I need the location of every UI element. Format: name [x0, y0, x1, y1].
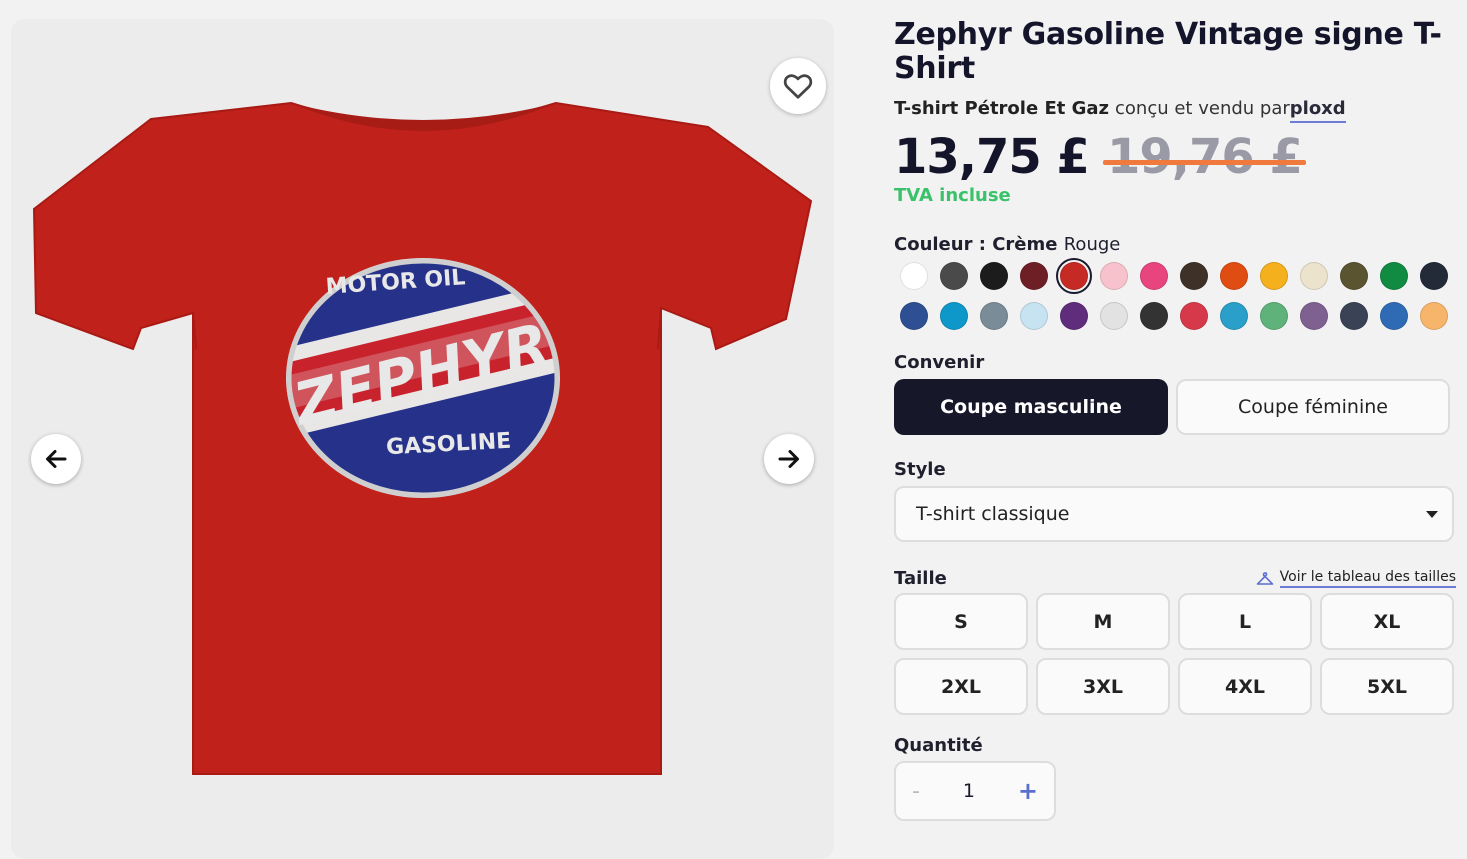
colour-swatch[interactable]: [1180, 302, 1208, 330]
style-select[interactable]: T-shirt classique: [894, 486, 1454, 542]
colour-swatch[interactable]: [1260, 262, 1288, 290]
quantity-stepper: - 1 +: [894, 761, 1056, 821]
arrow-right-icon: [778, 450, 799, 468]
fit-option-men[interactable]: Coupe masculine: [894, 379, 1168, 435]
quantity-label: Quantité: [894, 735, 983, 756]
colour-swatch[interactable]: [1300, 302, 1328, 330]
fit-options: Coupe masculine Coupe féminine: [894, 379, 1456, 435]
size-option-3xl[interactable]: 3XL: [1036, 658, 1170, 715]
size-options: S M L XL 2XL 3XL 4XL 5XL: [894, 593, 1456, 715]
price-row: 13,75 £ 19,76 £: [894, 129, 1456, 185]
size-option-l[interactable]: L: [1178, 593, 1312, 650]
colour-swatch[interactable]: [900, 262, 928, 290]
colour-swatch[interactable]: [1056, 258, 1092, 294]
size-option-s[interactable]: S: [894, 593, 1028, 650]
colour-swatch[interactable]: [940, 262, 968, 290]
colour-swatch[interactable]: [1020, 262, 1048, 290]
colour-swatch[interactable]: [1220, 262, 1248, 290]
colour-swatch[interactable]: [900, 302, 928, 330]
colour-swatch[interactable]: [940, 302, 968, 330]
colour-swatch[interactable]: [1380, 262, 1408, 290]
product-category-link[interactable]: T-shirt Pétrole Et Gaz: [894, 98, 1109, 119]
colour-swatch[interactable]: [1420, 302, 1448, 330]
previous-image-button[interactable]: [31, 434, 81, 484]
product-title: Zephyr Gasoline Vintage signe T-Shirt: [894, 17, 1442, 86]
colour-label: Couleur : Crème Rouge: [894, 234, 1456, 255]
caret-down-icon: [1426, 510, 1438, 518]
current-price: 13,75 £: [894, 129, 1090, 185]
colour-swatches: [894, 258, 1456, 330]
colour-label-text: Couleur : Crème: [894, 234, 1058, 255]
arrow-left-icon: [46, 450, 67, 468]
colour-swatch[interactable]: [1100, 262, 1128, 290]
size-header: Taille Voir le tableau des tailles: [894, 568, 1456, 589]
colour-swatch[interactable]: [1420, 262, 1448, 290]
colour-swatch[interactable]: [1340, 262, 1368, 290]
quantity-increase-button[interactable]: +: [1018, 777, 1038, 805]
colour-swatch[interactable]: [980, 262, 1008, 290]
colour-swatch[interactable]: [1180, 262, 1208, 290]
old-price: 19,76 £: [1102, 129, 1306, 185]
colour-swatch[interactable]: [1300, 262, 1328, 290]
product-byline: T-shirt Pétrole Et Gaz conçu et vendu pa…: [894, 98, 1456, 123]
product-details: Zephyr Gasoline Vintage signe T-Shirt T-…: [894, 18, 1456, 821]
product-gallery: MOTOR OIL ZEPHYR GASOLINE: [11, 19, 834, 859]
product-image: MOTOR OIL ZEPHYR GASOLINE: [32, 101, 813, 775]
colour-selected-value: Rouge: [1063, 234, 1121, 255]
colour-swatch[interactable]: [1140, 302, 1168, 330]
fit-option-women[interactable]: Coupe féminine: [1176, 379, 1450, 435]
vat-note: TVA incluse: [894, 185, 1011, 206]
size-option-m[interactable]: M: [1036, 593, 1170, 650]
size-label: Taille: [894, 568, 947, 589]
colour-swatch[interactable]: [1020, 302, 1048, 330]
colour-swatch[interactable]: [1340, 302, 1368, 330]
size-guide-text: Voir le tableau des tailles: [1279, 569, 1456, 588]
style-select-value: T-shirt classique: [916, 503, 1070, 525]
colour-swatch[interactable]: [1140, 262, 1168, 290]
heart-icon: [783, 74, 813, 99]
size-option-xl[interactable]: XL: [1320, 593, 1454, 650]
quantity-decrease-button[interactable]: -: [912, 779, 920, 804]
designer-link[interactable]: ploxd: [1289, 98, 1346, 123]
size-option-4xl[interactable]: 4XL: [1178, 658, 1312, 715]
colour-swatch[interactable]: [1100, 302, 1128, 330]
designed-by-text: conçu et vendu par: [1115, 98, 1290, 119]
next-image-button[interactable]: [764, 434, 814, 484]
style-label: Style: [894, 459, 946, 480]
size-guide-link[interactable]: Voir le tableau des tailles: [1256, 569, 1456, 588]
fit-label: Convenir: [894, 352, 985, 373]
size-option-5xl[interactable]: 5XL: [1320, 658, 1454, 715]
colour-swatch[interactable]: [1380, 302, 1408, 330]
favorite-button[interactable]: [770, 58, 826, 114]
colour-swatch[interactable]: [1260, 302, 1288, 330]
colour-swatch[interactable]: [1060, 302, 1088, 330]
size-option-2xl[interactable]: 2XL: [894, 658, 1028, 715]
quantity-value[interactable]: 1: [963, 780, 975, 802]
colour-swatch[interactable]: [980, 302, 1008, 330]
colour-swatch[interactable]: [1220, 302, 1248, 330]
hanger-icon: [1256, 571, 1273, 585]
